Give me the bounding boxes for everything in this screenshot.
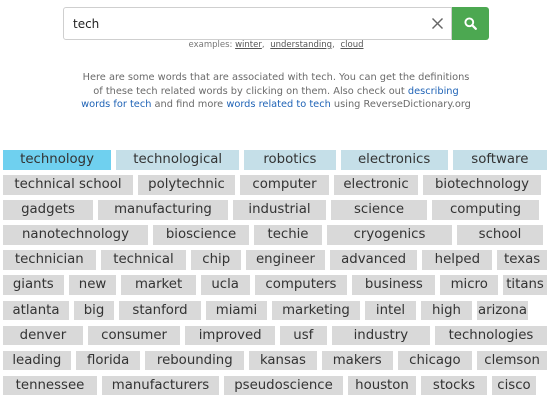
word-row: leading florida rebounding kansas makers… xyxy=(3,350,552,371)
search-button[interactable] xyxy=(452,7,489,40)
word-electronic[interactable]: electronic xyxy=(334,175,418,195)
example-link-winter[interactable]: winter xyxy=(235,40,262,50)
word-technician[interactable]: technician xyxy=(3,250,96,270)
word-technical-school[interactable]: technical school xyxy=(3,175,133,195)
intro-paragraph: Here are some words that are associated … xyxy=(80,71,472,112)
word-chicago[interactable]: chicago xyxy=(397,350,473,371)
word-biotechnology[interactable]: biotechnology xyxy=(423,175,541,195)
word-houston[interactable]: houston xyxy=(348,375,416,396)
example-link-understanding[interactable]: understanding xyxy=(270,40,332,50)
word-school[interactable]: school xyxy=(457,225,543,245)
word-row: nanotechnology bioscience techie cryogen… xyxy=(3,225,552,245)
word-row: technology technological robotics electr… xyxy=(3,150,552,170)
word-texas[interactable]: texas xyxy=(497,250,548,270)
word-titans[interactable]: titans xyxy=(503,275,548,296)
word-cryogenics[interactable]: cryogenics xyxy=(327,225,452,245)
word-technical[interactable]: technical xyxy=(100,250,187,270)
word-helped[interactable]: helped xyxy=(422,250,493,270)
word-market[interactable]: market xyxy=(121,275,196,296)
word-leading[interactable]: leading xyxy=(3,350,71,371)
word-new[interactable]: new xyxy=(68,275,117,296)
word-electronics[interactable]: electronics xyxy=(340,150,448,170)
word-giants[interactable]: giants xyxy=(3,275,64,296)
word-row: giants new market ucla computers busines… xyxy=(3,275,552,296)
word-technology[interactable]: technology xyxy=(3,150,112,170)
search-bar xyxy=(63,7,489,40)
intro-text-3: using ReverseDictionary.org xyxy=(330,99,471,110)
word-polytechnic[interactable]: polytechnic xyxy=(138,175,235,195)
clear-button[interactable] xyxy=(423,8,451,39)
examples-prefix: examples: xyxy=(188,40,236,50)
word-row: tennessee manufacturers pseudoscience ho… xyxy=(3,375,552,396)
word-rebounding[interactable]: rebounding xyxy=(145,350,245,371)
intro-text-2: and find more xyxy=(151,99,227,110)
word-computers[interactable]: computers xyxy=(254,275,348,296)
word-stanford[interactable]: stanford xyxy=(119,300,201,321)
word-manufacturing[interactable]: manufacturing xyxy=(98,200,228,220)
word-advanced[interactable]: advanced xyxy=(329,250,418,270)
word-row: denver consumer improved usf industry te… xyxy=(3,325,552,346)
word-consumer[interactable]: consumer xyxy=(87,325,181,346)
word-science[interactable]: science xyxy=(331,200,427,220)
word-arizona[interactable]: arizona xyxy=(477,300,528,321)
word-pseudoscience[interactable]: pseudoscience xyxy=(224,375,343,396)
word-makers[interactable]: makers xyxy=(321,350,393,371)
word-industry[interactable]: industry xyxy=(331,325,430,346)
word-software[interactable]: software xyxy=(452,150,547,170)
word-chip[interactable]: chip xyxy=(191,250,242,270)
word-row: technical school polytechnic computer el… xyxy=(3,175,552,195)
word-kansas[interactable]: kansas xyxy=(249,350,317,371)
word-florida[interactable]: florida xyxy=(75,350,141,371)
word-manufacturers[interactable]: manufacturers xyxy=(102,375,219,396)
related-words-link[interactable]: words related to tech xyxy=(226,99,330,110)
word-high[interactable]: high xyxy=(421,300,472,321)
example-link-cloud[interactable]: cloud xyxy=(340,40,363,50)
word-ucla[interactable]: ucla xyxy=(200,275,250,296)
word-tennessee[interactable]: tennessee xyxy=(3,375,97,396)
word-technological[interactable]: technological xyxy=(116,150,240,170)
search-input[interactable] xyxy=(64,8,424,39)
word-engineer[interactable]: engineer xyxy=(246,250,325,270)
word-cisco[interactable]: cisco xyxy=(492,375,536,396)
word-denver[interactable]: denver xyxy=(3,325,83,346)
word-gadgets[interactable]: gadgets xyxy=(3,200,93,220)
search-icon xyxy=(464,17,477,30)
word-robotics[interactable]: robotics xyxy=(244,150,336,170)
close-icon xyxy=(431,18,443,29)
word-clemson[interactable]: clemson xyxy=(477,350,547,371)
word-computing[interactable]: computing xyxy=(432,200,539,220)
word-bioscience[interactable]: bioscience xyxy=(153,225,249,245)
word-industrial[interactable]: industrial xyxy=(233,200,326,220)
word-cloud: technology technological robotics electr… xyxy=(3,150,552,400)
word-technologies[interactable]: technologies xyxy=(435,325,547,346)
search-box xyxy=(63,7,452,40)
word-techie[interactable]: techie xyxy=(254,225,322,245)
word-improved[interactable]: improved xyxy=(185,325,275,346)
word-big[interactable]: big xyxy=(74,300,114,321)
word-stocks[interactable]: stocks xyxy=(421,375,487,396)
word-row: atlanta big stanford miami marketing int… xyxy=(3,300,552,321)
examples-line: examples: winter, understanding, cloud xyxy=(188,40,364,50)
word-intel[interactable]: intel xyxy=(365,300,416,321)
word-row: technician technical chip engineer advan… xyxy=(3,250,552,270)
word-micro[interactable]: micro xyxy=(440,275,499,296)
word-business[interactable]: business xyxy=(352,275,436,296)
word-computer[interactable]: computer xyxy=(240,175,329,195)
word-row: gadgets manufacturing industrial science… xyxy=(3,200,552,220)
word-atlanta[interactable]: atlanta xyxy=(3,300,69,321)
word-usf[interactable]: usf xyxy=(279,325,327,346)
word-marketing[interactable]: marketing xyxy=(272,300,360,321)
word-miami[interactable]: miami xyxy=(206,300,267,321)
word-nanotechnology[interactable]: nanotechnology xyxy=(3,225,148,245)
